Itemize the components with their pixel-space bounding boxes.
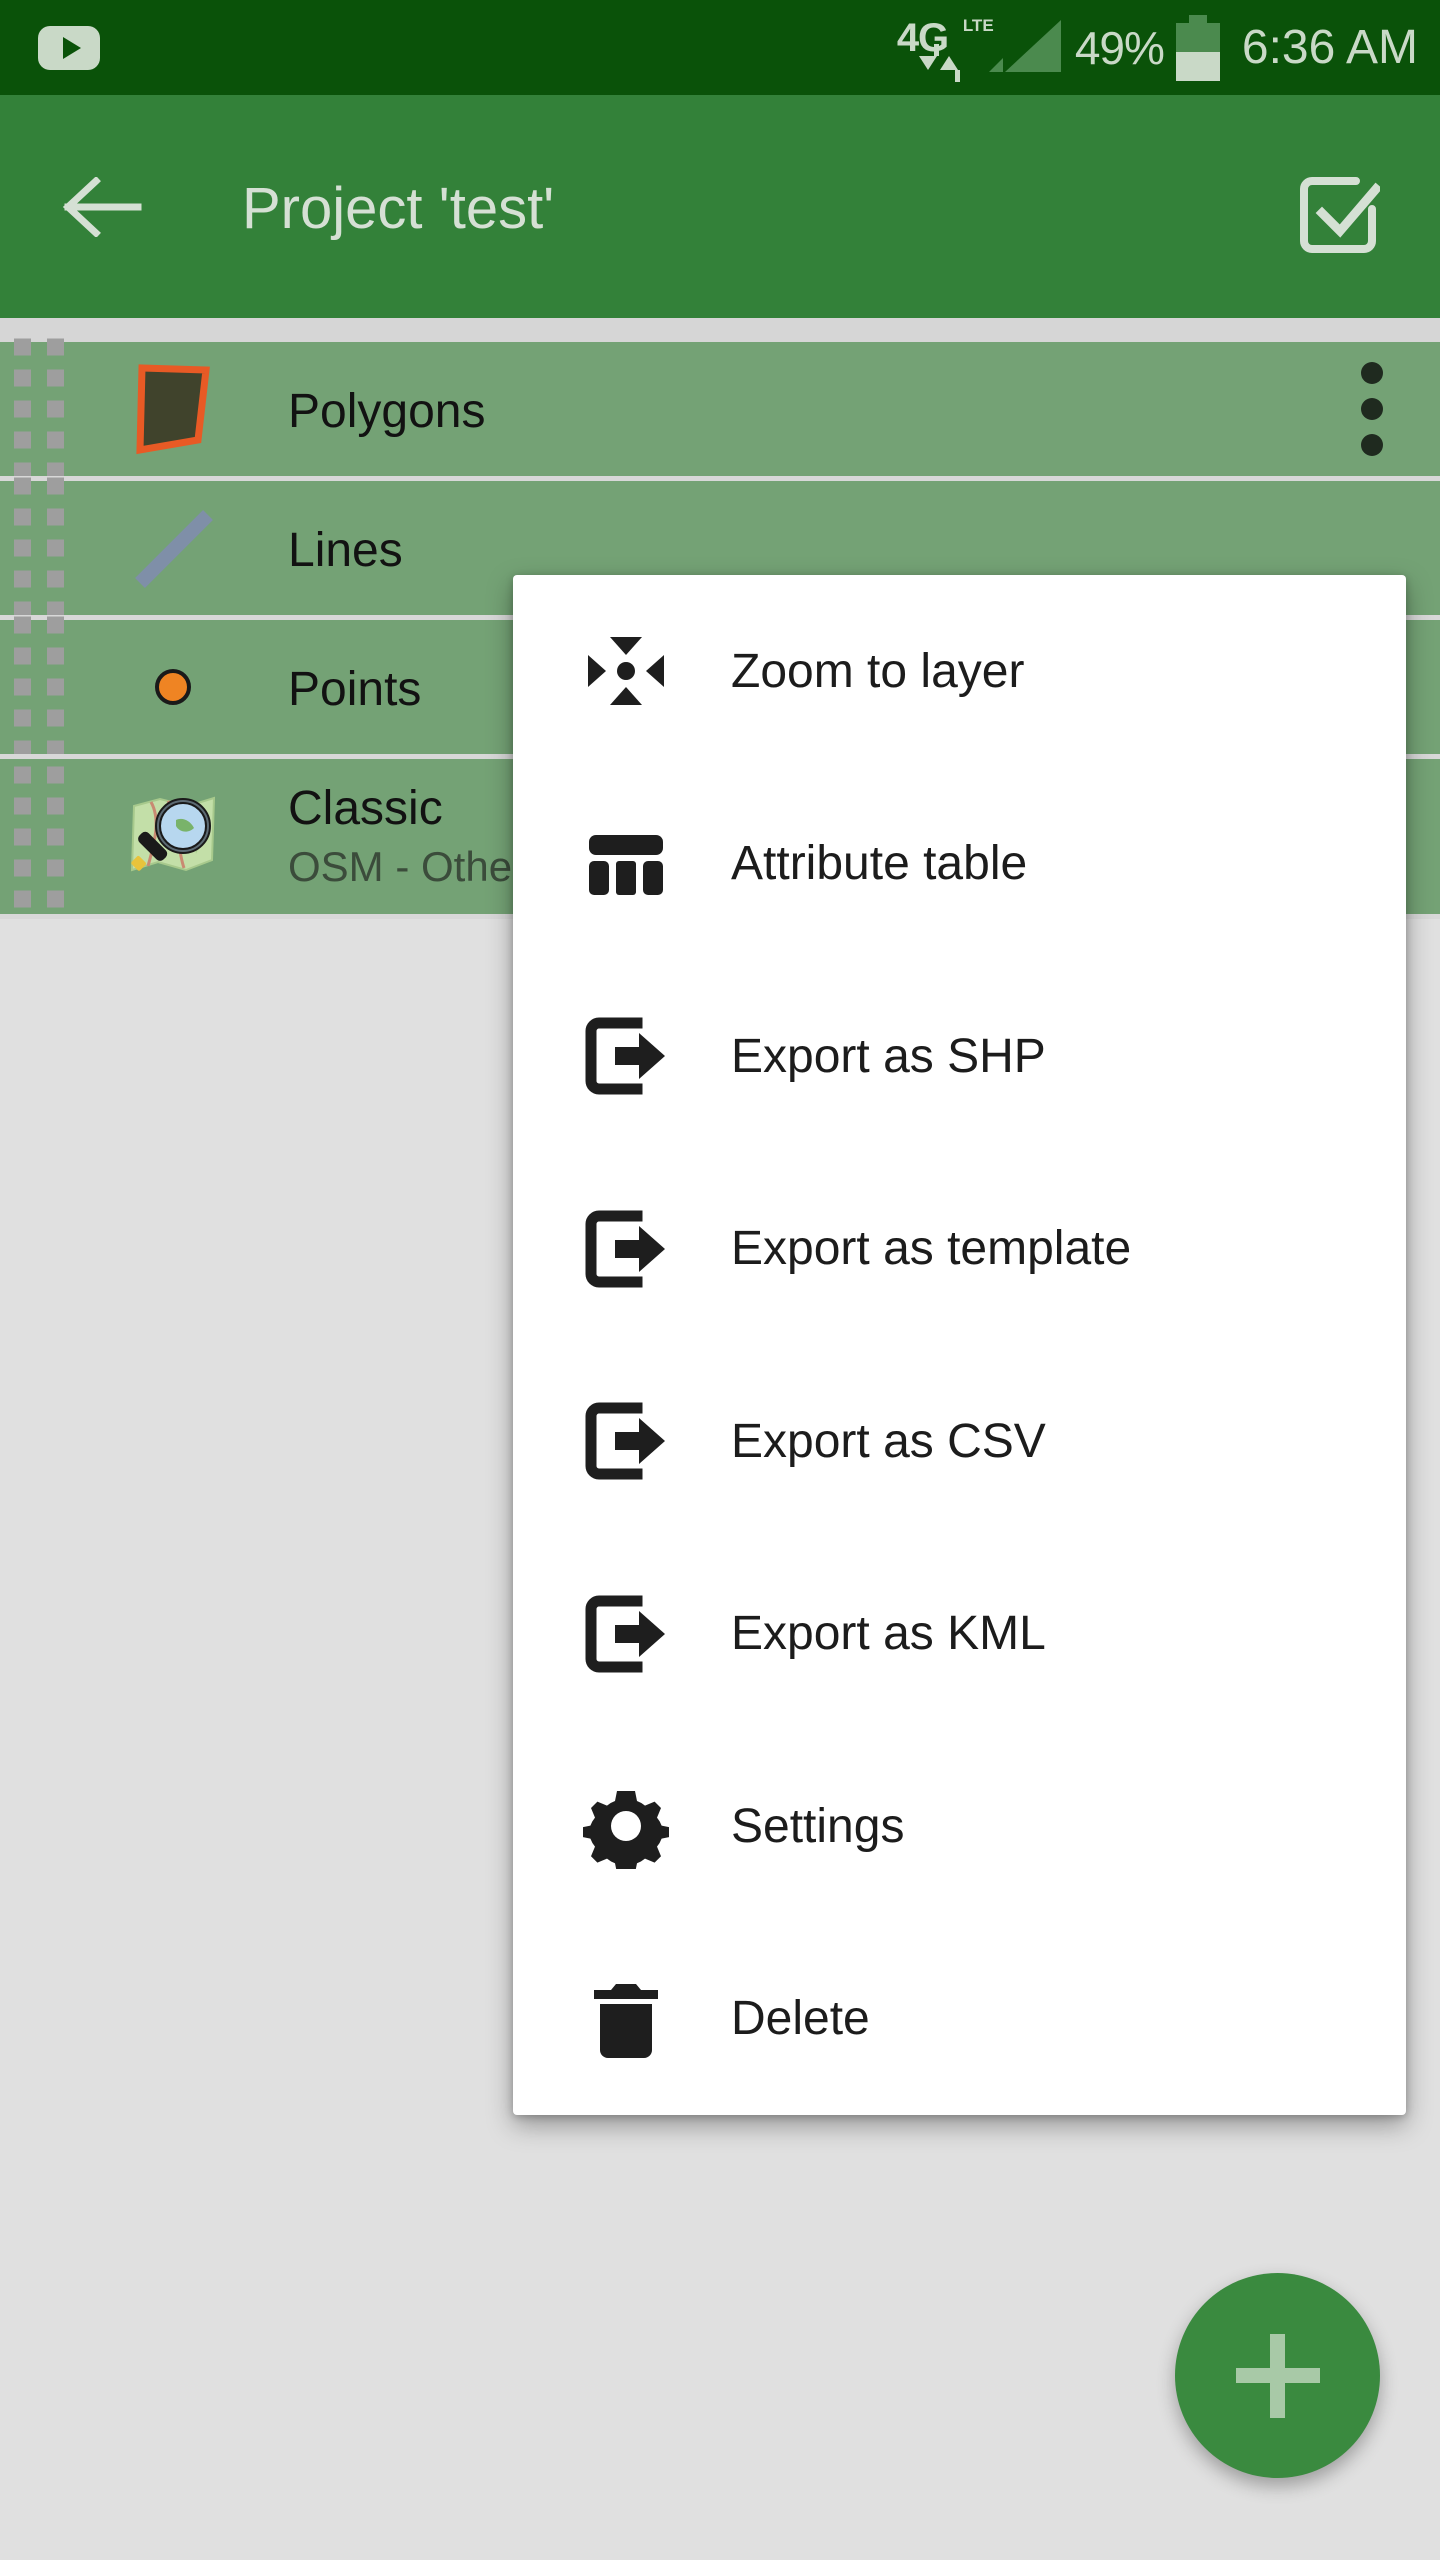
menu-item-label: Delete — [731, 1992, 870, 2046]
signal-bars-icon — [988, 18, 1061, 78]
plus-icon-vertical — [1270, 2333, 1285, 2418]
menu-item-settings[interactable]: Settings — [513, 1730, 1406, 1923]
drag-handle-icon[interactable] — [14, 477, 64, 619]
menu-item-delete[interactable]: Delete — [513, 1923, 1406, 2116]
back-button[interactable] — [62, 177, 146, 237]
menu-item-export-template[interactable]: Export as template — [513, 1153, 1406, 1346]
menu-item-label: Export as SHP — [731, 1029, 1046, 1083]
add-layer-fab[interactable] — [1175, 2273, 1380, 2478]
menu-item-label: Zoom to layer — [731, 644, 1025, 698]
map-magnifier-icon — [118, 782, 228, 892]
layer-name-label: Classic — [288, 782, 443, 835]
zoom-to-layer-icon — [578, 625, 674, 717]
menu-item-label: Export as template — [731, 1222, 1132, 1276]
data-transfer-arrows-icon — [918, 43, 961, 82]
menu-item-label: Settings — [731, 1799, 905, 1853]
menu-item-export-kml[interactable]: Export as KML — [513, 1538, 1406, 1731]
export-icon — [578, 1396, 674, 1486]
drag-handle-icon[interactable] — [14, 766, 64, 907]
gear-icon — [578, 1783, 674, 1870]
menu-item-label: Attribute table — [731, 837, 1028, 891]
layer-subtitle-label: OSM - Other — [288, 843, 527, 890]
menu-item-export-shp[interactable]: Export as SHP — [513, 960, 1406, 1153]
battery-icon — [1175, 14, 1220, 81]
network-type-indicator: 4G LTE — [896, 12, 994, 84]
battery-percent-label: 49% — [1074, 21, 1165, 74]
polygon-icon — [118, 354, 228, 464]
status-indicators: 4G LTE 49% 6:36 AM — [897, 0, 1418, 95]
export-icon — [578, 1011, 674, 1101]
page-title: Project 'test' — [242, 176, 555, 241]
layer-row-polygons[interactable]: Polygons — [0, 338, 1440, 481]
layer-context-menu: Zoom to layer Attribute table Export as … — [513, 575, 1406, 2115]
list-top-spacer — [0, 318, 1440, 342]
youtube-icon — [38, 26, 100, 70]
select-all-checkbox-icon[interactable] — [1296, 173, 1383, 257]
line-icon — [118, 493, 228, 603]
app-bar: Project 'test' — [0, 95, 1440, 318]
point-icon — [118, 632, 228, 742]
layer-name-label: Points — [288, 663, 422, 716]
menu-item-attribute-table[interactable]: Attribute table — [513, 768, 1406, 961]
layer-overflow-menu-button[interactable] — [1342, 354, 1402, 464]
menu-item-label: Export as CSV — [731, 1414, 1046, 1468]
export-icon — [578, 1589, 674, 1679]
layer-name-label: Lines — [288, 524, 403, 577]
network-type-label: 4G — [896, 15, 949, 60]
trash-icon — [578, 1976, 674, 2062]
clock-label: 6:36 AM — [1241, 21, 1418, 74]
menu-item-label: Export as KML — [731, 1607, 1046, 1661]
export-icon — [578, 1204, 674, 1294]
table-icon — [578, 821, 674, 907]
drag-handle-icon[interactable] — [14, 616, 64, 758]
drag-handle-icon[interactable] — [14, 338, 64, 480]
menu-item-export-csv[interactable]: Export as CSV — [513, 1345, 1406, 1538]
menu-item-zoom-to-layer[interactable]: Zoom to layer — [513, 575, 1406, 768]
layer-name-label: Polygons — [288, 385, 486, 438]
status-bar: 4G LTE 49% 6:36 AM — [0, 0, 1440, 95]
